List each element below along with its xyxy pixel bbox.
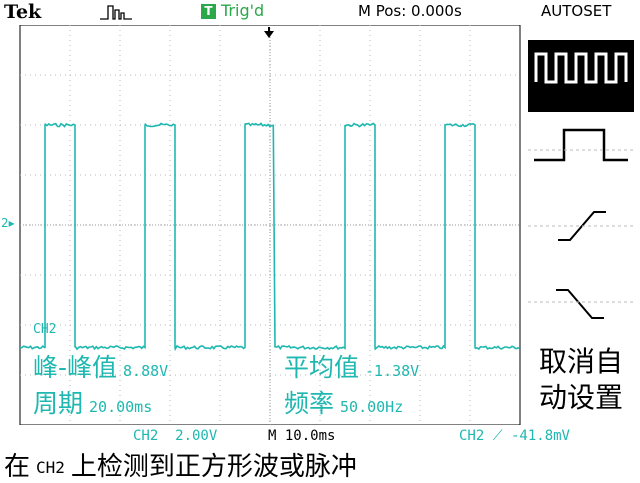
rising-slope-icon: ⟋ — [492, 428, 503, 444]
menu-separators — [528, 149, 634, 303]
message-prefix: 在 — [4, 452, 31, 482]
menu-title: AUTOSET — [541, 2, 612, 20]
frequency-label: 频率 — [284, 389, 335, 418]
horizontal-position: M Pos: 0.000s — [358, 2, 462, 20]
trigger-level: -41.8mV — [510, 428, 570, 444]
autoset-message: 在 CH2 上检测到正方形波或脉冲 — [4, 446, 357, 483]
frequency-value: 50.00Hz — [340, 398, 404, 416]
peak-to-peak-value: 8.88V — [123, 362, 169, 380]
timebase-readout: M 10.0ms — [268, 428, 336, 444]
period-readout: 周期 20.00ms — [33, 384, 152, 420]
frequency-readout: 频率 50.00Hz — [284, 384, 403, 420]
brand-logo: Tek — [4, 1, 42, 23]
message-suffix: 上检测到正方形波或脉冲 — [70, 452, 357, 482]
cancel-line-2: 动设置 — [538, 381, 623, 414]
message-channel: CH2 — [36, 458, 65, 477]
channel-2-marker: 2▸ — [1, 216, 15, 230]
peak-to-peak-readout: 峰-峰值 8.88V — [33, 348, 168, 384]
mean-label: 平均值 — [284, 353, 360, 382]
channel-tag: CH2 — [33, 322, 57, 337]
trigger-pulse-icon — [100, 5, 132, 20]
ch2-volts-per-div: CH2 2.00V — [133, 428, 218, 444]
trigger-badge: T — [201, 4, 216, 19]
peak-to-peak-label: 峰-峰值 — [33, 353, 118, 382]
period-label: 周期 — [33, 389, 84, 418]
mean-readout: 平均值 -1.38V — [284, 348, 419, 384]
cancel-autoset-button[interactable]: 取消自 动设置 — [528, 344, 634, 425]
mean-value: -1.38V — [365, 362, 420, 380]
trigger-readout: CH2 ⟋ -41.8mV — [459, 428, 570, 444]
period-value: 20.00ms — [89, 398, 153, 416]
status-bar: Tek T Trig'd M Pos: 0.000s AUTOSET — [0, 0, 640, 24]
trigger-status: Trig'd — [221, 1, 265, 20]
trigger-position-arrow-icon — [264, 27, 274, 38]
trigger-channel: CH2 — [459, 428, 485, 444]
